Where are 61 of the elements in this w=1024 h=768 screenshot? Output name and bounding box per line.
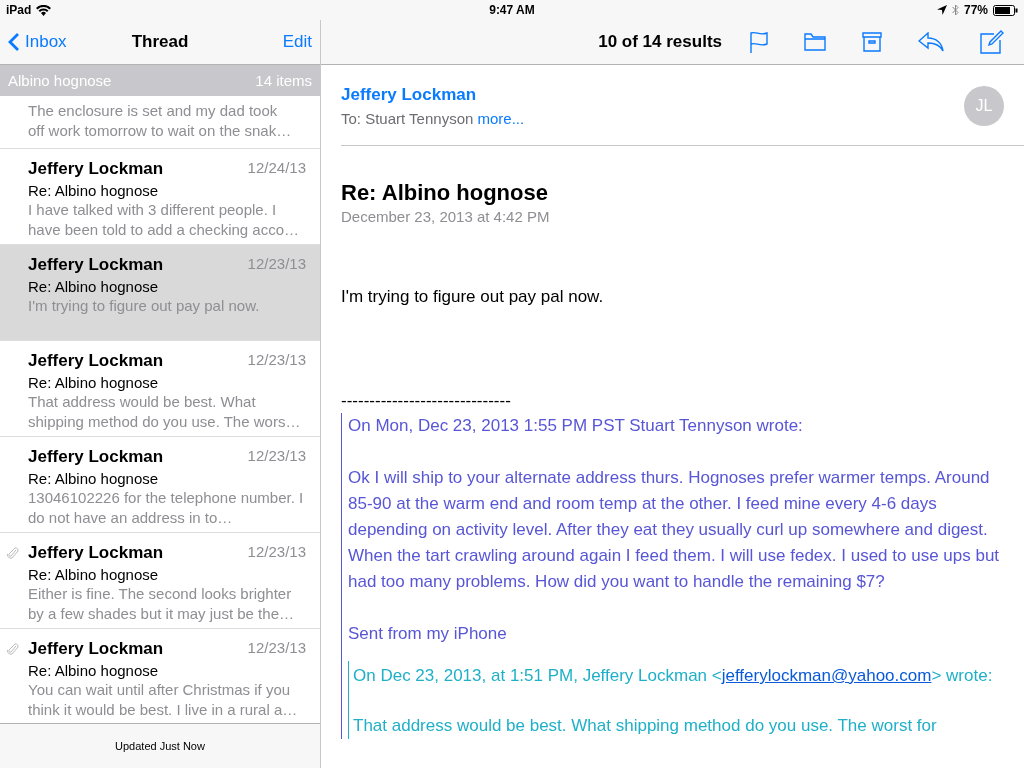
sender-name: Jeffery Lockman — [28, 159, 164, 179]
quote-header: On Mon, Dec 23, 2013 1:55 PM PST Stuart Tennyson wrote: — [348, 415, 804, 437]
compose-icon[interactable] — [980, 30, 1004, 54]
sender-name: Jeffery Lockman — [28, 447, 164, 467]
more-link[interactable]: more... — [477, 110, 525, 127]
message-preview: That address would be best. What shipping method do you use. The wors… — [28, 392, 302, 432]
location-arrow-icon — [936, 5, 947, 15]
chevron-left-icon — [8, 32, 20, 52]
battery-icon — [993, 4, 1018, 16]
message-subject: Re: Albino hognose — [28, 662, 160, 679]
message-date: 12/24/13 — [247, 159, 306, 178]
message-preview: Either is fine. The second looks brighter by a few shades but it may just be the… — [28, 584, 295, 624]
edit-button[interactable]: Edit — [282, 32, 312, 52]
sender-name: Jeffery Lockman — [28, 255, 164, 275]
clock: 9:47 AM — [489, 3, 535, 17]
message-date: 12/23/13 — [247, 255, 306, 274]
message-subject: Re: Albino hognose — [28, 470, 160, 487]
sender-name: Jeffery Lockman — [28, 639, 164, 659]
update-status: Updated Just Now — [115, 740, 205, 752]
message-date: 12/23/13 — [247, 351, 306, 370]
results-count: 10 of 14 results — [598, 32, 722, 52]
message-subject: Re: Albino hognose — [28, 374, 160, 391]
message-subject: Re: Albino hognose — [28, 182, 160, 199]
message-body: I'm trying to figure out pay pal now. — [341, 287, 605, 307]
folder-icon[interactable] — [804, 33, 826, 51]
message-date: 12/23/13 — [247, 447, 306, 466]
inner-quote-header: On Dec 23, 2013, at 1:51 PM, Jeffery Lockman <jefferylockman@yahoo.com> wrote: — [353, 665, 994, 687]
back-button[interactable]: Inbox — [8, 32, 67, 52]
bluetooth-icon — [951, 4, 959, 16]
message-preview: I'm trying to figure out pay pal now. — [28, 296, 261, 316]
recipient-name: Stuart Tennyson — [365, 110, 474, 127]
quoted-paragraph: Ok I will ship to your alternate address thurs. Hognoses prefer warmer temps. Around 85-90 at the warm end and room temp at the other. I feed mine every 4-6 days depending on activity level. After they eat they usually curl up somewhere and digest. When the tart crawling around again I feed them. I will use fedex. I used to use ups but had too many problems. How did you want to handle the remaining $7? — [348, 467, 1001, 593]
battery-percent: 77% — [963, 3, 988, 17]
message-date: 12/23/13 — [247, 543, 306, 562]
message-date: December 23, 2013 at 4:42 PM — [341, 208, 551, 225]
message-preview: 13046102226 for the telephone number. I do not have an address in to… — [28, 488, 305, 528]
separator-line: ------------------------------ — [341, 391, 512, 411]
nav-title: Thread — [131, 32, 189, 52]
archive-box-icon[interactable] — [862, 32, 882, 52]
reply-icon[interactable] — [918, 32, 944, 52]
sender-link[interactable]: Jeffery Lockman — [341, 85, 525, 105]
sender-name: Jeffery Lockman — [28, 543, 164, 563]
email-link[interactable]: jefferylockman@yahoo.com — [721, 666, 932, 685]
flag-icon[interactable] — [750, 31, 768, 53]
signature: Sent from my iPhone — [348, 623, 508, 645]
section-title: Albino hognose — [8, 72, 112, 89]
message-date: 12/23/13 — [247, 639, 306, 658]
sender-name: Jeffery Lockman — [28, 351, 164, 371]
device-name: iPad — [6, 3, 32, 17]
message-preview: The enclosure is set and my dad took off work tomorrow to wait on the snak… — [28, 101, 293, 141]
message-preview: You can wait until after Christmas if you think it would be best. I live in a rural a… — [28, 680, 299, 720]
message-preview: I have talked with 3 different people. I have been told to add a checking acco… — [28, 200, 301, 240]
message-item[interactable]: Jeffery Lockman 12/23/13 Re: Albino hognose I'm trying to figure out pay pal now. — [0, 245, 320, 341]
wifi-icon — [36, 4, 52, 16]
inner-quote-text: That address would be best. What shipping method do you use. The worst for — [353, 715, 938, 737]
item-count: 14 items — [255, 72, 312, 89]
to-label: To: — [341, 110, 361, 127]
message-subject: Re: Albino hognose — [28, 566, 160, 583]
avatar: JL — [964, 86, 1004, 126]
message-subject: Re: Albino hognose — [341, 180, 549, 206]
message-subject: Re: Albino hognose — [28, 278, 160, 295]
